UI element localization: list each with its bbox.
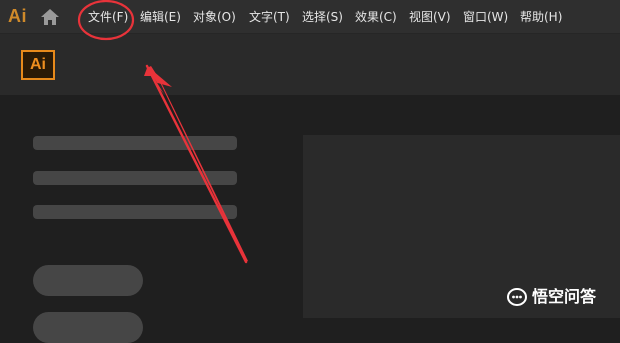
menu-select[interactable]: 选择(S): [302, 8, 343, 26]
menu-bar: Ai 文件(F) 编辑(E) 对象(O) 文字(T) 选择(S) 效果(C) 视…: [0, 0, 620, 34]
placeholder-line: [33, 205, 237, 219]
placeholder-button: [33, 265, 143, 296]
placeholder-line: [33, 136, 237, 150]
menu-edit[interactable]: 编辑(E): [140, 8, 181, 26]
chat-bubble-icon: [507, 288, 527, 306]
watermark: 悟空问答: [506, 285, 610, 309]
menu-help[interactable]: 帮助(H): [520, 8, 562, 26]
menu-effect[interactable]: 效果(C): [355, 8, 397, 26]
watermark-text: 悟空问答: [532, 287, 597, 306]
placeholder-line: [33, 171, 237, 185]
menu-window[interactable]: 窗口(W): [463, 8, 508, 26]
app-logo: Ai: [21, 50, 55, 80]
home-icon: [41, 9, 59, 25]
app-logo-glyph: Ai: [8, 6, 27, 26]
workspace-header: [0, 34, 620, 95]
home-button[interactable]: [39, 7, 61, 27]
placeholder-button: [33, 312, 143, 343]
menu-type[interactable]: 文字(T): [249, 8, 290, 26]
menu-object[interactable]: 对象(O): [193, 8, 236, 26]
menu-view[interactable]: 视图(V): [409, 8, 451, 26]
menu-file[interactable]: 文件(F): [88, 8, 128, 26]
